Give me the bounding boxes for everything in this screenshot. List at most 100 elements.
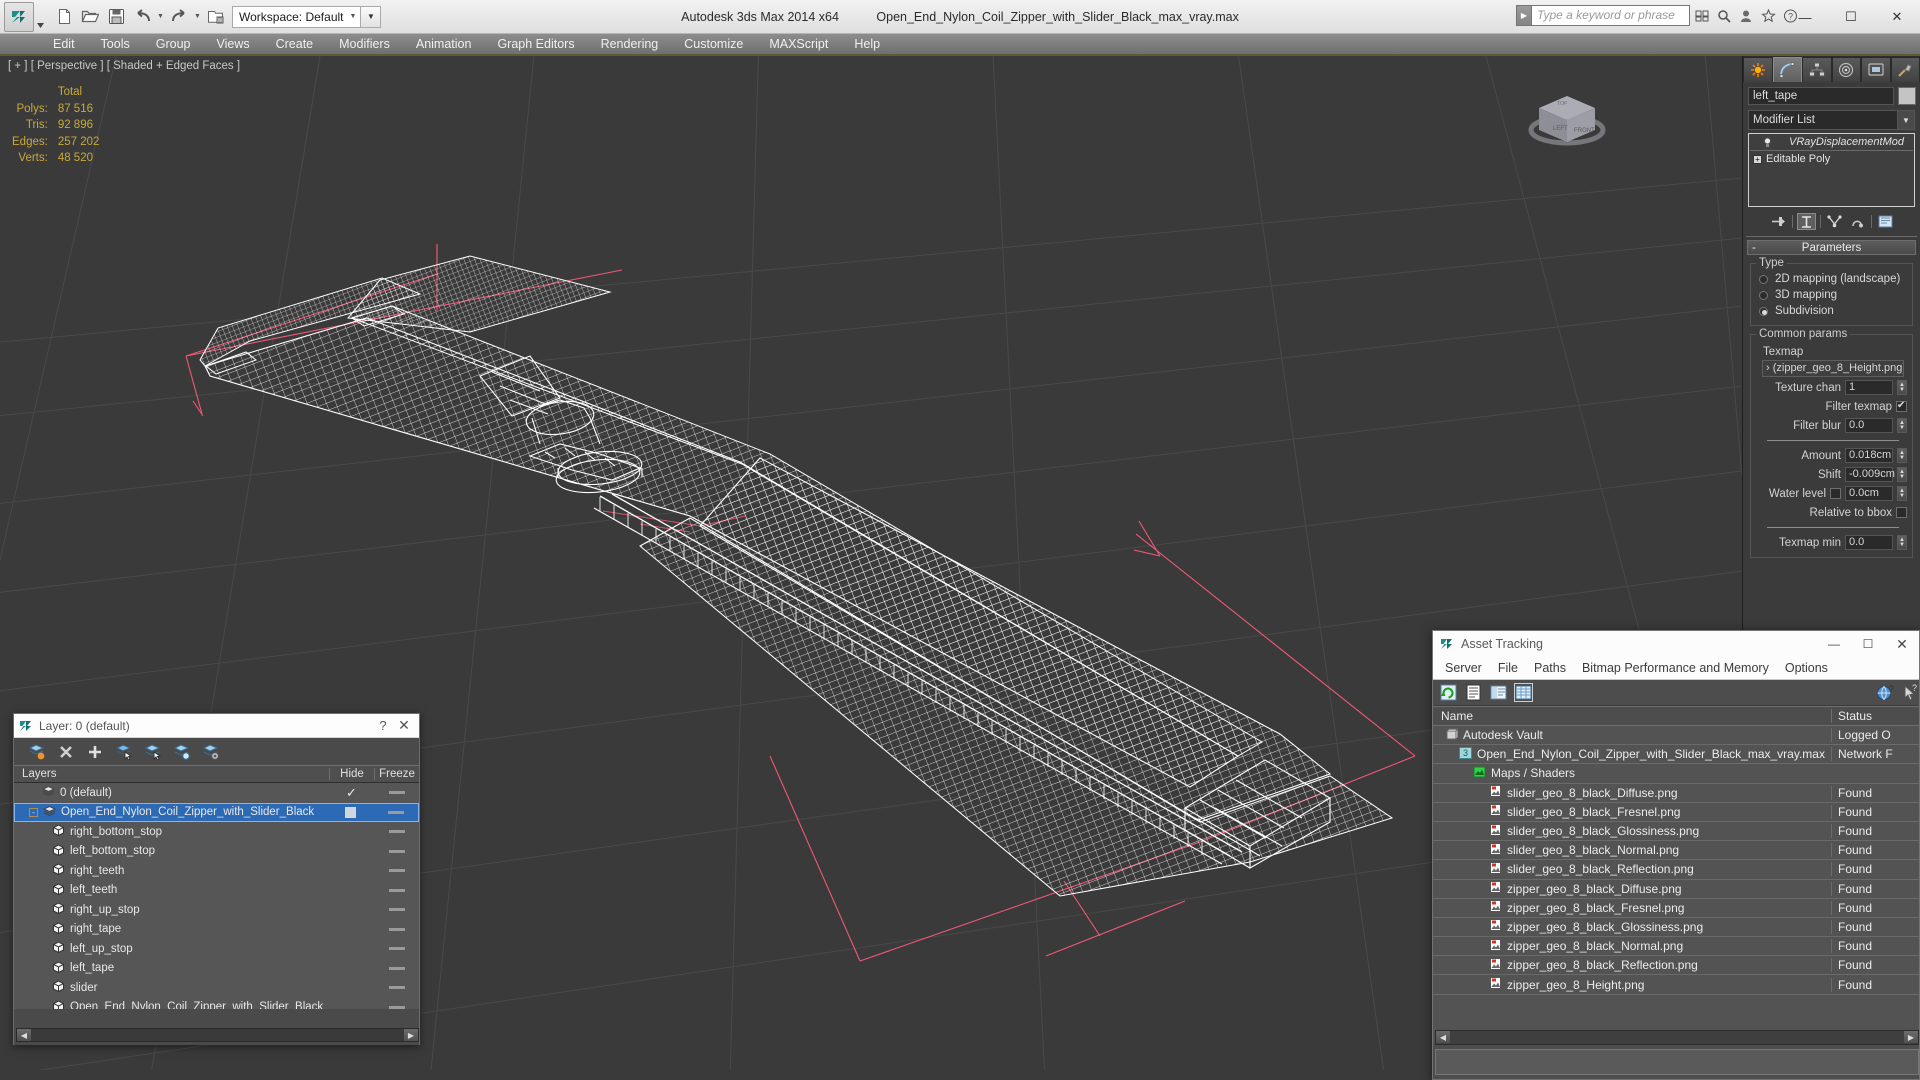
layers-column-header[interactable]: Layers	[14, 768, 329, 780]
status-column-header[interactable]: Status	[1831, 709, 1919, 723]
app-menu-caret-icon[interactable]	[34, 2, 46, 32]
menu-item-group[interactable]: Group	[143, 33, 204, 55]
undo-icon[interactable]	[130, 5, 154, 29]
create-new-layer-icon[interactable]	[28, 743, 46, 761]
tab-modify[interactable]	[1772, 57, 1802, 82]
tab-hierarchy[interactable]	[1802, 57, 1832, 82]
freeze-cell[interactable]	[374, 869, 419, 873]
workspace-selector[interactable]: Workspace: Default ▼	[232, 5, 362, 28]
menu-item-customize[interactable]: Customize	[671, 33, 756, 55]
tab-create[interactable]	[1743, 57, 1773, 82]
hide-checkbox-icon[interactable]	[345, 806, 356, 818]
asset-menu-file[interactable]: File	[1490, 657, 1526, 680]
parameters-rollout-header[interactable]: - Parameters	[1747, 240, 1916, 255]
search-input[interactable]: Type a keyword or phrase	[1532, 5, 1690, 26]
asset-row[interactable]: slider_geo_8_black_Normal.png Found	[1433, 841, 1919, 861]
layer-list-hscrollbar[interactable]: ◀ ▶	[16, 1028, 419, 1042]
window-close-button[interactable]: ✕	[1874, 0, 1920, 34]
scroll-right-icon[interactable]: ▶	[404, 1029, 418, 1041]
filter-texmap-checkbox[interactable]	[1896, 400, 1907, 412]
stack-item-editable-poly[interactable]: + Editable Poly	[1750, 152, 1913, 166]
new-file-icon[interactable]	[52, 5, 76, 29]
radio-icon[interactable]	[1759, 290, 1768, 300]
water-level-checkbox[interactable]	[1830, 488, 1841, 499]
window-maximize-button[interactable]: ☐	[1828, 0, 1874, 34]
layer-row[interactable]: right_teeth	[14, 861, 419, 881]
relative-to-bbox-checkbox[interactable]	[1896, 507, 1907, 518]
refresh-icon[interactable]	[1439, 683, 1458, 702]
app-menu-button[interactable]	[4, 1, 34, 32]
save-file-icon[interactable]	[104, 5, 128, 29]
layer-row[interactable]: right_bottom_stop	[14, 822, 419, 842]
radio-2d-mapping[interactable]: 2D mapping (landscape)	[1759, 271, 1907, 287]
tab-motion[interactable]	[1831, 57, 1861, 82]
spinner-icon[interactable]: ▲ ▼	[1897, 467, 1907, 482]
freeze-cell[interactable]	[374, 908, 419, 912]
asset-row[interactable]: zipper_geo_8_Height.png Found	[1433, 975, 1919, 995]
texture-channel-input[interactable]: 1	[1845, 380, 1893, 395]
freeze-cell[interactable]	[374, 1005, 419, 1009]
modifier-stack[interactable]: VRayDisplacementMod + Editable Poly	[1748, 133, 1915, 207]
menu-item-views[interactable]: Views	[203, 33, 262, 55]
menu-item-tools[interactable]: Tools	[88, 33, 143, 55]
scroll-right-icon[interactable]: ▶	[1904, 1031, 1918, 1043]
freeze-column-header[interactable]: Freeze	[374, 768, 419, 780]
asset-row[interactable]: zipper_geo_8_black_Reflection.png Found	[1433, 956, 1919, 976]
asset-menu-bitmap-performance[interactable]: Bitmap Performance and Memory	[1574, 657, 1777, 680]
layer-row[interactable]: 0 (default) ✓	[14, 783, 419, 803]
list-view-icon[interactable]	[1464, 683, 1483, 702]
help-arrow-icon[interactable]: ?	[1900, 683, 1919, 702]
menu-item-animation[interactable]: Animation	[403, 33, 485, 55]
asset-list[interactable]: Autodesk Vault Logged O 3 Open_End_Nylon_Co…	[1433, 726, 1919, 1044]
stack-item-vraydisplacementmod[interactable]: VRayDisplacementMod	[1750, 135, 1913, 149]
window-minimize-button[interactable]: —	[1782, 0, 1828, 34]
asset-row[interactable]: slider_geo_8_black_Fresnel.png Found	[1433, 803, 1919, 822]
redo-dropdown-icon[interactable]: ▼	[193, 5, 202, 29]
layer-row[interactable]: right_up_stop	[14, 900, 419, 920]
make-unique-icon[interactable]	[1825, 213, 1844, 230]
tab-utilities[interactable]	[1890, 57, 1920, 82]
hide-cell[interactable]	[328, 806, 373, 818]
layer-row[interactable]: left_tape	[14, 959, 419, 979]
viewport-label[interactable]: [ + ] [ Perspective ] [ Shaded + Edged F…	[8, 60, 240, 72]
asset-minimize-button[interactable]: —	[1817, 631, 1851, 657]
menu-item-modifiers[interactable]: Modifiers	[326, 33, 403, 55]
name-column-header[interactable]: Name	[1433, 709, 1831, 723]
layer-properties-icon[interactable]	[202, 743, 220, 761]
asset-menu-paths[interactable]: Paths	[1526, 657, 1574, 680]
scroll-track[interactable]	[31, 1029, 404, 1041]
freeze-cell[interactable]	[374, 888, 419, 892]
delete-layer-icon[interactable]	[57, 743, 75, 761]
grid-view-icon[interactable]	[1514, 683, 1533, 702]
radio-icon-selected[interactable]	[1759, 306, 1768, 316]
menu-item-create[interactable]: Create	[263, 33, 327, 55]
object-color-swatch[interactable]	[1898, 87, 1916, 105]
hide-checkmark-icon[interactable]: ✓	[346, 785, 357, 801]
freeze-cell[interactable]	[374, 791, 419, 795]
filter-blur-input[interactable]: 0.0	[1845, 418, 1893, 433]
spinner-icon[interactable]: ▲ ▼	[1897, 486, 1907, 501]
asset-row[interactable]: 3 Open_End_Nylon_Coil_Zipper_with_Slider_…	[1433, 745, 1919, 765]
search-magnifier-icon[interactable]	[1714, 5, 1734, 26]
hide-column-header[interactable]: Hide	[329, 768, 374, 780]
light-bulb-icon[interactable]	[1762, 137, 1773, 148]
chevron-down-icon[interactable]: ▼	[1897, 111, 1914, 129]
sign-in-icon[interactable]	[1736, 5, 1756, 26]
amount-input[interactable]: 0.018cm	[1845, 448, 1893, 463]
asset-row[interactable]: zipper_geo_8_black_Diffuse.png Found	[1433, 880, 1919, 899]
layer-row[interactable]: left_up_stop	[14, 939, 419, 959]
freeze-cell[interactable]	[374, 986, 419, 990]
asset-row[interactable]: slider_geo_8_black_Diffuse.png Found	[1433, 784, 1919, 803]
open-file-icon[interactable]	[78, 5, 102, 29]
menu-item-maxscript[interactable]: MAXScript	[756, 33, 841, 55]
scroll-left-icon[interactable]: ◀	[17, 1029, 31, 1041]
layer-dialog-help-button[interactable]: ?	[373, 718, 393, 733]
remove-modifier-icon[interactable]	[1848, 213, 1867, 230]
pin-stack-icon[interactable]	[1769, 213, 1788, 230]
hide-cell[interactable]: ✓	[329, 785, 374, 801]
set-project-folder-icon[interactable]	[204, 5, 228, 29]
favorites-star-icon[interactable]	[1758, 5, 1778, 26]
expand-plus-icon[interactable]: +	[1753, 154, 1762, 164]
redo-icon[interactable]	[167, 5, 191, 29]
freeze-cell[interactable]	[374, 947, 419, 951]
